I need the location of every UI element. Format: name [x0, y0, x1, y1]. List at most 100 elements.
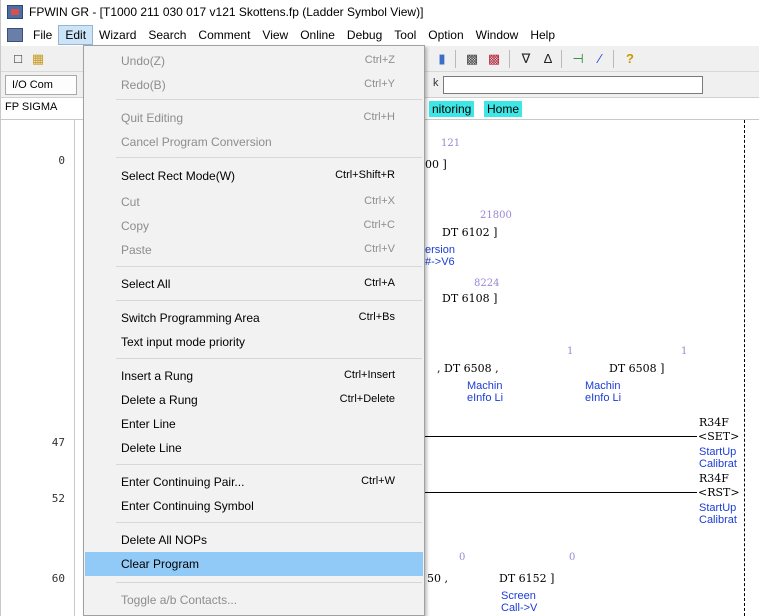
menu-bar: File Edit Wizard Search Comment View Onl… [1, 24, 759, 46]
rung-number: 52 [51, 492, 65, 505]
menu-option[interactable]: Option [422, 26, 469, 44]
monitor-icon[interactable]: ▩ [463, 50, 481, 68]
menu-item-text-input-priority[interactable]: Text input mode priority [85, 330, 423, 354]
menu-item-toggle-contacts[interactable]: Toggle a/b Contacts... [85, 588, 423, 612]
comment-text: ersion [425, 244, 455, 256]
toolbar-separator [509, 50, 510, 68]
comment-text: Calibrat [699, 458, 737, 470]
comment-text: Machin [585, 380, 621, 392]
menu-separator [116, 157, 422, 158]
menu-separator [116, 99, 422, 100]
monitor-value: 121 [441, 138, 461, 149]
rung-number-gutter: 0 47 52 60 [1, 120, 75, 616]
menu-item-cut[interactable]: Cut Ctrl+X [85, 190, 423, 214]
comment-text: Calibrat [699, 514, 737, 526]
tab-fp-sigma[interactable]: FP SIGMA [5, 101, 57, 113]
relay-address: R34F [699, 416, 729, 429]
comment-text: eInfo Li [585, 392, 622, 404]
toolbar-separator [613, 50, 614, 68]
monitor-value: 1 [681, 346, 688, 357]
menu-help[interactable]: Help [524, 26, 561, 44]
rung-number: 0 [58, 154, 65, 167]
reset-coil[interactable]: <RST> [698, 486, 740, 499]
comment-text: StartUp [699, 502, 737, 514]
instruction-operand: DT 6152 ] [499, 572, 555, 585]
menu-separator [116, 522, 422, 523]
monitor-value: 8224 [474, 278, 500, 289]
comment-text: Screen [501, 590, 536, 602]
new-file-icon[interactable]: □ [9, 50, 27, 68]
window-title: FPWIN GR - [T1000 211 030 017 v121 Skott… [29, 5, 424, 19]
title-bar: FPWIN GR - [T1000 211 030 017 v121 Skott… [1, 0, 759, 24]
menu-item-switch-programming-area[interactable]: Switch Programming Area Ctrl+Bs [85, 306, 423, 330]
menu-item-delete-line[interactable]: Delete Line [85, 436, 423, 460]
instruction-operand: , DT 6508 , [437, 362, 499, 375]
command-input[interactable] [443, 76, 703, 94]
menu-debug[interactable]: Debug [341, 26, 388, 44]
compile-icon[interactable]: ∕ [591, 50, 609, 68]
instruction-operand: 50 , [427, 572, 448, 585]
instruction-operand: DT 6102 ] [442, 226, 498, 239]
comment-text: Machin [467, 380, 503, 392]
open-folder-icon[interactable]: ▦ [29, 50, 47, 68]
menu-item-enter-continuing-pair[interactable]: Enter Continuing Pair... Ctrl+W [85, 470, 423, 494]
menu-view[interactable]: View [256, 26, 294, 44]
toolbar-separator [455, 50, 456, 68]
rung-number: 47 [51, 436, 65, 449]
menu-search[interactable]: Search [142, 26, 192, 44]
menu-edit[interactable]: Edit [58, 25, 94, 45]
menu-tool[interactable]: Tool [388, 26, 422, 44]
menu-item-select-rect-mode[interactable]: Select Rect Mode(W) Ctrl+Shift+R [85, 164, 423, 188]
menu-item-undo[interactable]: Undo(Z) Ctrl+Z [85, 49, 423, 73]
menu-separator [116, 266, 422, 267]
rung-wire [425, 492, 697, 493]
rung-wire [425, 436, 697, 437]
monitor-value: 0 [569, 552, 576, 563]
contact-icon[interactable]: ⊣ [569, 50, 587, 68]
tab-monitoring[interactable]: nitoring [429, 101, 475, 117]
input-prefix: k [433, 77, 439, 89]
menu-item-delete-rung[interactable]: Delete a Rung Ctrl+Delete [85, 388, 423, 412]
menu-item-cancel-conversion[interactable]: Cancel Program Conversion [85, 130, 423, 154]
menu-separator [116, 300, 422, 301]
set-coil[interactable]: <SET> [698, 430, 739, 443]
menu-item-redo[interactable]: Redo(B) Ctrl+Y [85, 73, 423, 97]
monitor-value: 1 [567, 346, 574, 357]
ladder-view-icon[interactable]: ▮ [433, 50, 451, 68]
menu-item-paste[interactable]: Paste Ctrl+V [85, 238, 423, 262]
tab-home[interactable]: Home [484, 101, 523, 117]
menu-separator [116, 582, 422, 583]
relay-address: R34F [699, 472, 729, 485]
plc-icon[interactable]: ▩ [485, 50, 503, 68]
comment-text: Call->V [501, 602, 538, 614]
menu-item-delete-all-nops[interactable]: Delete All NOPs [85, 528, 423, 552]
menu-item-select-all[interactable]: Select All Ctrl+A [85, 272, 423, 296]
menu-wizard[interactable]: Wizard [93, 26, 142, 44]
fpwin-gr-window: FPWIN GR - [T1000 211 030 017 v121 Skott… [0, 0, 759, 616]
menu-item-insert-rung[interactable]: Insert a Rung Ctrl+Insert [85, 364, 423, 388]
comment-text: StartUp [699, 446, 737, 458]
comment-text: eInfo Li [467, 392, 504, 404]
comment-text: #->V6 [425, 256, 455, 268]
right-power-rail [744, 120, 745, 616]
download-icon[interactable]: ∇ [517, 50, 535, 68]
instruction-operand: 00 ] [425, 158, 447, 171]
upload-icon[interactable]: ∆ [539, 50, 557, 68]
menu-item-enter-continuing-symbol[interactable]: Enter Continuing Symbol [85, 494, 423, 518]
menu-item-enter-line[interactable]: Enter Line [85, 412, 423, 436]
menu-item-copy[interactable]: Copy Ctrl+C [85, 214, 423, 238]
io-comment-button[interactable]: I/O Com [5, 75, 77, 95]
document-icon[interactable] [7, 28, 23, 42]
menu-online[interactable]: Online [294, 26, 341, 44]
menu-separator [116, 464, 422, 465]
menu-window[interactable]: Window [470, 26, 525, 44]
monitor-value: 21800 [480, 210, 512, 221]
menu-file[interactable]: File [27, 26, 58, 44]
rung-number: 60 [51, 572, 65, 585]
help-question-icon[interactable]: ? [621, 50, 639, 68]
instruction-operand: DT 6108 ] [442, 292, 498, 305]
menu-item-clear-program[interactable]: Clear Program [85, 552, 423, 576]
menu-item-quit-editing[interactable]: Quit Editing Ctrl+H [85, 106, 423, 130]
menu-comment[interactable]: Comment [192, 26, 256, 44]
monitor-value: 0 [459, 552, 466, 563]
